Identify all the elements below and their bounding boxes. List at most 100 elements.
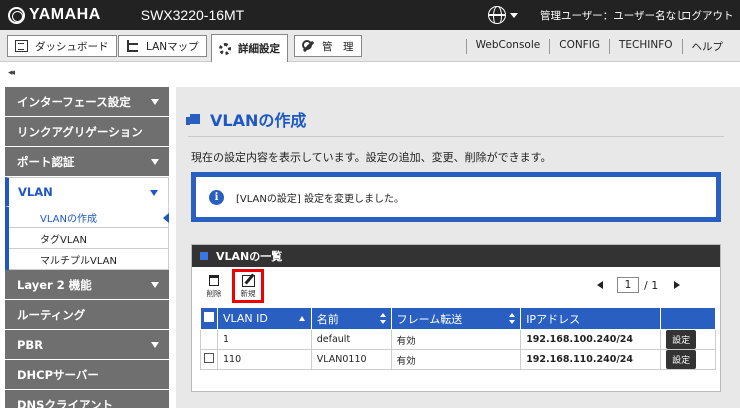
sidebar-subitem-tag-vlan[interactable]: タグVLAN (9, 228, 168, 249)
cell-name: default (310, 329, 392, 350)
edit-icon (241, 275, 255, 287)
sidebar-item-label: リンクアグリゲーション (17, 124, 143, 139)
column-header-forward[interactable]: フレーム転送 (390, 307, 522, 330)
cell-action: 設定 (660, 349, 716, 370)
page-title: VLANの作成 (186, 107, 306, 131)
sidebar-item-layer2[interactable]: Layer 2 機能 (5, 270, 169, 300)
detail-settings-label: 詳細設定 (238, 43, 280, 55)
next-page-button[interactable] (674, 281, 681, 289)
chevron-down-icon (510, 12, 518, 18)
sidebar-item-label: インターフェース設定 (17, 94, 131, 109)
lanmap-button[interactable]: LANマップ (118, 35, 207, 57)
sidebar-subitem-vlan-create[interactable]: VLANの作成 (9, 207, 169, 228)
sidebar-item-routing[interactable]: ルーティング (5, 300, 169, 330)
cell-ip: 192.168.110.240/24 (520, 349, 662, 370)
vlan-submenu: VLANの作成 タグVLAN マルチプルVLAN (5, 207, 169, 270)
sidebar-item-label: Layer 2 機能 (17, 277, 92, 292)
language-selector[interactable] (488, 6, 518, 24)
manage-button[interactable]: 管 理 (294, 35, 362, 57)
row-settings-button[interactable]: 設定 (666, 330, 697, 349)
page-number-input[interactable]: 1 (617, 277, 639, 293)
title-divider (188, 136, 724, 137)
cell-name: VLAN0110 (310, 349, 392, 370)
panel-header: VLANの一覧 (192, 245, 720, 267)
lanmap-icon (126, 40, 139, 52)
yamaha-logo: YAMAHA (8, 6, 101, 24)
user-info: 管理ユーザー：ユーザー名なし (540, 10, 687, 22)
delete-label: 削除 (206, 289, 222, 298)
cell-action: 設定 (660, 329, 716, 350)
dashboard-label: ダッシュボード (35, 40, 109, 53)
sidebar-item-label: DHCPサーバー (17, 367, 99, 382)
top-header: YAMAHA SWX3220-16MT 管理ユーザー：ユーザー名なし ログアウト (0, 0, 740, 30)
chevron-down-icon (150, 190, 158, 196)
dashboard-icon (15, 40, 28, 52)
sidebar-item-vlan[interactable]: VLAN (5, 177, 169, 207)
detail-settings-tab[interactable]: 詳細設定 (211, 34, 288, 62)
table-row: 1 default 有効 192.168.100.240/24 設定 (200, 329, 716, 350)
sidebar-item-label: ポート認証 (17, 154, 75, 169)
sidebar: インターフェース設定 リンクアグリゲーション ポート認証 VLAN VLANの作… (5, 87, 169, 408)
lanmap-label: LANマップ (146, 40, 199, 53)
help-link[interactable]: ヘルプ (681, 39, 733, 54)
row-settings-button[interactable]: 設定 (666, 350, 697, 369)
select-all-cell (200, 307, 218, 330)
column-header-label: VLAN ID (222, 312, 268, 325)
techinfo-link[interactable]: TECHINFO (608, 39, 682, 54)
row-checkbox[interactable] (204, 353, 214, 363)
sidebar-item-port-auth[interactable]: ポート認証 (5, 147, 169, 177)
column-header-name[interactable]: 名前 (310, 307, 392, 330)
page-description: 現在の設定内容を表示しています。設定の追加、変更、削除ができます。 (191, 151, 552, 164)
vlan-list-panel: VLANの一覧 削除 新規 1 / 1 VLAN ID 名前 フレーム転送 IP… (191, 244, 721, 392)
page-title-icon (186, 114, 200, 125)
column-header-vlan-id[interactable]: VLAN ID (216, 307, 312, 330)
table-row: 110 VLAN0110 有効 192.168.110.240/24 設定 (200, 349, 716, 370)
sidebar-item-label: DNSクライアント (17, 397, 113, 408)
cell-vlan-id: 1 (216, 329, 312, 350)
sidebar-item-label: ルーティング (17, 307, 86, 322)
chevron-down-icon (151, 282, 159, 288)
column-header-ip: IPアドレス (520, 307, 662, 330)
manage-label: 管 理 (322, 40, 354, 53)
webconsole-link[interactable]: WebConsole (465, 39, 550, 54)
prev-page-button[interactable] (597, 281, 603, 289)
panel-title: VLANの一覧 (216, 250, 283, 263)
sidebar-item-interface[interactable]: インターフェース設定 (5, 87, 169, 117)
logout-link[interactable]: ログアウト (681, 8, 734, 23)
notice-text: [VLANの設定] 設定を変更しました。 (236, 193, 404, 205)
select-all-checkbox[interactable] (204, 312, 214, 322)
column-header-label: 名前 (316, 312, 339, 326)
brand-text: YAMAHA (29, 6, 101, 23)
sidebar-item-link-aggregation[interactable]: リンクアグリゲーション (5, 117, 169, 147)
list-actions: 削除 新規 (200, 269, 264, 303)
delete-button[interactable]: 削除 (200, 273, 228, 303)
model-name: SWX3220-16MT (140, 7, 245, 23)
sidebar-subitem-multiple-vlan[interactable]: マルチプルVLAN (9, 249, 168, 270)
column-header-label: フレーム転送 (396, 312, 463, 326)
column-header-action (660, 307, 716, 330)
sort-asc-icon (298, 316, 305, 321)
toolbar-links: WebConsole CONFIG TECHINFO ヘルプ (465, 39, 733, 54)
chevron-down-icon (151, 342, 159, 348)
new-button[interactable]: 新規 (232, 269, 264, 303)
pager: 1 / 1 (597, 277, 681, 293)
dashboard-button[interactable]: ダッシュボード (7, 35, 117, 57)
cell-forward: 有効 (390, 329, 522, 350)
row-select-cell (200, 349, 218, 370)
sidebar-item-pbr[interactable]: PBR (5, 330, 169, 360)
new-label: 新規 (240, 289, 256, 298)
vlan-table: VLAN ID 名前 フレーム転送 IPアドレス 1 default 有効 19… (200, 307, 716, 370)
panel-header-icon (200, 252, 208, 260)
cell-vlan-id: 110 (216, 349, 312, 370)
notice-box: i [VLANの設定] 設定を変更しました。 (191, 172, 721, 222)
cell-forward: 有効 (390, 349, 522, 370)
collapse-sidebar-button[interactable]: ◂◂ (8, 68, 15, 78)
column-header-label: IPアドレス (526, 312, 581, 326)
row-select-cell (200, 329, 218, 350)
sidebar-item-dns-client[interactable]: DNSクライアント (5, 390, 169, 408)
wrench-icon (302, 40, 315, 52)
globe-icon (488, 6, 506, 24)
sidebar-item-dhcp-server[interactable]: DHCPサーバー (5, 360, 169, 390)
config-link[interactable]: CONFIG (549, 39, 609, 54)
yamaha-emblem-icon (8, 6, 25, 24)
